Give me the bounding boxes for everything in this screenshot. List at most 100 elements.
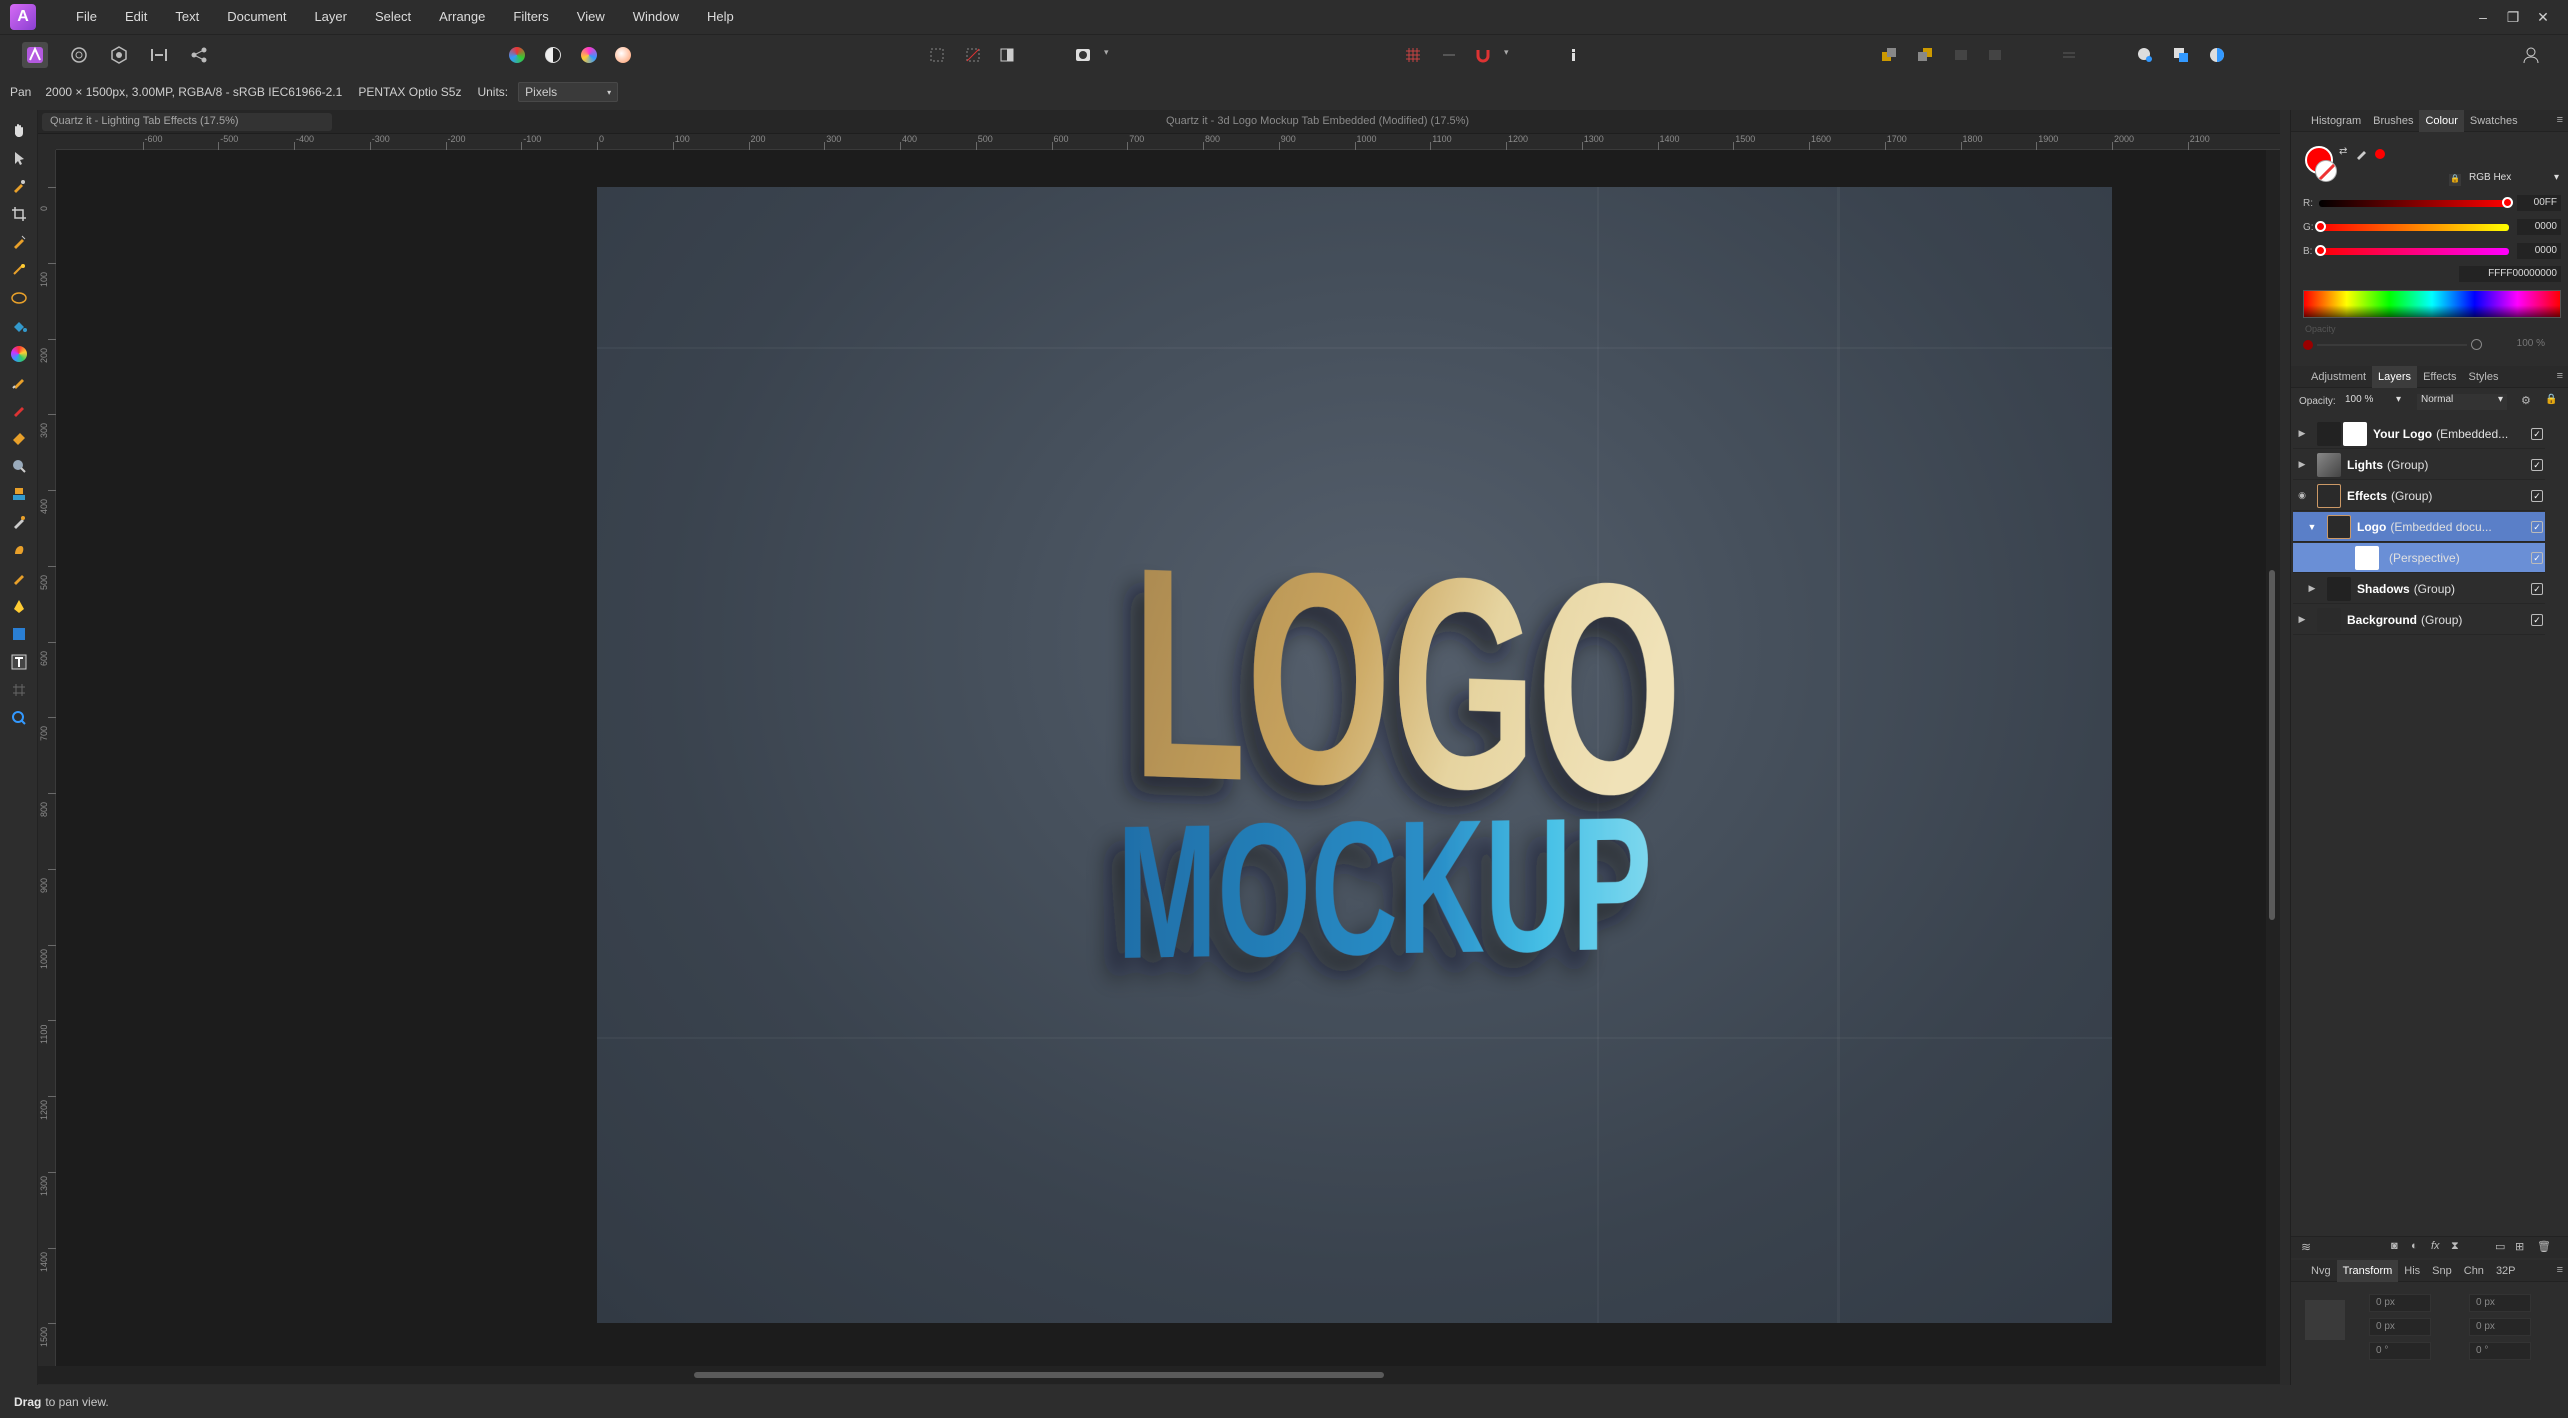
dodge-tool-icon[interactable] xyxy=(9,456,29,476)
assistant-icon[interactable] xyxy=(2132,42,2158,68)
layer-opacity-field[interactable]: 100 % ▾ xyxy=(2341,394,2405,410)
menu-text[interactable]: Text xyxy=(161,0,213,34)
units-dropdown[interactable]: Pixels ▾ xyxy=(518,82,619,102)
trash-icon[interactable]: 🗑 xyxy=(2537,1240,2551,1253)
green-slider-knob[interactable] xyxy=(2315,221,2326,232)
horizontal-scrollbar[interactable] xyxy=(38,1366,2280,1384)
vertical-scroll-thumb[interactable] xyxy=(2269,570,2275,920)
colour-picker-tool-icon[interactable] xyxy=(9,176,29,196)
liquify-persona-icon[interactable] xyxy=(66,42,92,68)
tab-32p[interactable]: 32P xyxy=(2490,1260,2522,1282)
tab-styles[interactable]: Styles xyxy=(2463,366,2505,388)
tab-channels[interactable]: Chn xyxy=(2458,1260,2490,1282)
sponge-tool-icon[interactable] xyxy=(9,568,29,588)
blue-value-field[interactable]: 0000 xyxy=(2517,243,2561,259)
restore-button[interactable]: ❐ xyxy=(2498,9,2528,26)
tab-swatches[interactable]: Swatches xyxy=(2464,110,2524,132)
height-field[interactable]: 0 px xyxy=(2469,1318,2531,1336)
boolean-icon[interactable] xyxy=(2204,42,2230,68)
artistic-text-tool-icon[interactable] xyxy=(9,652,29,672)
rotation-field[interactable]: 0 ° xyxy=(2369,1342,2431,1360)
panel-menu-icon[interactable]: ≡ xyxy=(2557,114,2563,126)
hex-value-field[interactable]: FFFF00000000 xyxy=(2459,266,2561,282)
panel-menu-icon[interactable]: ≡ xyxy=(2557,1264,2563,1276)
tab-navigator[interactable]: Nvg xyxy=(2305,1260,2337,1282)
layer-row-shadows[interactable]: ▶ Shadows (Group) ✓ xyxy=(2293,574,2545,604)
visibility-checkbox[interactable]: ✓ xyxy=(2531,458,2543,471)
colour-replacement-tool-icon[interactable] xyxy=(9,400,29,420)
eyedropper-icon[interactable] xyxy=(2355,146,2369,163)
layer-row-background[interactable]: ▶ Background (Group) ✓ xyxy=(2293,605,2545,635)
green-value-field[interactable]: 0000 xyxy=(2517,219,2561,235)
add-pixel-layer-icon[interactable]: ⊞ xyxy=(2515,1240,2524,1253)
export-persona-icon[interactable] xyxy=(186,42,212,68)
blend-mode-dropdown[interactable]: Normal ▾ xyxy=(2417,394,2507,410)
menu-window[interactable]: Window xyxy=(619,0,693,34)
expand-icon[interactable]: ▶ xyxy=(2293,459,2311,470)
auto-levels-icon[interactable] xyxy=(504,42,530,68)
layer-row-logo[interactable]: ▼ Logo (Embedded docu... ✓ xyxy=(2293,512,2545,542)
visibility-checkbox[interactable]: ✓ xyxy=(2531,427,2543,440)
flood-select-tool-icon[interactable] xyxy=(9,260,29,280)
account-icon[interactable] xyxy=(2518,42,2544,68)
vertical-scrollbar[interactable] xyxy=(2266,150,2280,1372)
y-position-field[interactable]: 0 px xyxy=(2369,1318,2431,1336)
arrange-icon[interactable] xyxy=(2168,42,2194,68)
marquee-tool-icon[interactable] xyxy=(9,288,29,308)
colour-mode-dropdown[interactable]: RGB Hex ▾ xyxy=(2465,172,2563,188)
menu-select[interactable]: Select xyxy=(361,0,425,34)
layers-stack-icon[interactable]: ≋ xyxy=(2301,1240,2311,1254)
visibility-checkbox[interactable]: ✓ xyxy=(2531,520,2543,533)
swap-colours-icon[interactable]: ⇄ xyxy=(2339,146,2347,157)
expand-icon[interactable]: ◉ xyxy=(2293,490,2311,501)
lock-icon[interactable]: 🔒 xyxy=(2545,394,2557,405)
menu-help[interactable]: Help xyxy=(693,0,748,34)
visibility-checkbox[interactable]: ✓ xyxy=(2531,551,2543,564)
menu-document[interactable]: Document xyxy=(213,0,300,34)
paint-brush-tool-icon[interactable] xyxy=(9,372,29,392)
deselect-icon[interactable] xyxy=(960,42,986,68)
layer-row-your-logo[interactable]: ▶ Your Logo (Embedded... ✓ xyxy=(2293,419,2545,449)
document-canvas[interactable]: LOGO MOCKUP xyxy=(597,187,2112,1323)
tone-mapping-persona-icon[interactable] xyxy=(146,42,172,68)
menu-layer[interactable]: Layer xyxy=(300,0,361,34)
view-tool-hand-icon[interactable] xyxy=(9,120,29,140)
auto-colours-icon[interactable] xyxy=(576,42,602,68)
red-value-field[interactable]: 00FF xyxy=(2517,195,2561,211)
menu-filters[interactable]: Filters xyxy=(499,0,562,34)
live-filter-icon[interactable]: ⧗ xyxy=(2451,1240,2459,1253)
red-slider-track[interactable] xyxy=(2319,199,2509,207)
green-slider-track[interactable] xyxy=(2319,223,2509,231)
zoom-tool-icon[interactable] xyxy=(9,708,29,728)
context-toolbar-icon[interactable] xyxy=(1560,42,1586,68)
document-tab-active[interactable]: Quartz it - Lighting Tab Effects (17.5%) xyxy=(42,113,332,131)
visibility-checkbox[interactable]: ✓ xyxy=(2531,489,2543,502)
tab-history[interactable]: His xyxy=(2398,1260,2426,1282)
mesh-warp-tool-icon[interactable] xyxy=(9,680,29,700)
expand-icon[interactable]: ▶ xyxy=(2293,428,2311,439)
anchor-selector-icon[interactable] xyxy=(2305,1300,2345,1340)
develop-persona-icon[interactable] xyxy=(106,42,132,68)
marquee-icon[interactable] xyxy=(924,42,950,68)
adjustment-layer-icon[interactable]: ◐ xyxy=(2411,1240,2418,1252)
width-field[interactable]: 0 px xyxy=(2469,1294,2531,1312)
expand-icon[interactable]: ▼ xyxy=(2303,522,2321,532)
horizontal-scroll-thumb[interactable] xyxy=(694,1372,1384,1378)
menu-arrange[interactable]: Arrange xyxy=(425,0,499,34)
expand-icon[interactable]: ▶ xyxy=(2303,583,2321,594)
blue-slider-knob[interactable] xyxy=(2315,245,2326,256)
tab-snapshots[interactable]: Snp xyxy=(2426,1260,2458,1282)
menu-view[interactable]: View xyxy=(563,0,619,34)
flood-fill-tool-icon[interactable] xyxy=(9,316,29,336)
invert-selection-icon[interactable] xyxy=(994,42,1020,68)
tab-transform[interactable]: Transform xyxy=(2336,1259,2399,1282)
blue-slider-track[interactable] xyxy=(2319,247,2509,255)
tab-effects[interactable]: Effects xyxy=(2417,366,2462,388)
crop-tool-icon[interactable] xyxy=(9,204,29,224)
smudge-tool-icon[interactable] xyxy=(9,540,29,560)
pen-tool-icon[interactable] xyxy=(9,596,29,616)
quick-mask-dropdown-icon[interactable]: ▾ xyxy=(1104,47,1109,58)
visibility-checkbox[interactable]: ✓ xyxy=(2531,582,2543,595)
auto-white-balance-icon[interactable] xyxy=(610,42,636,68)
layer-row-effects[interactable]: ◉ Effects (Group) ✓ xyxy=(2293,481,2545,511)
